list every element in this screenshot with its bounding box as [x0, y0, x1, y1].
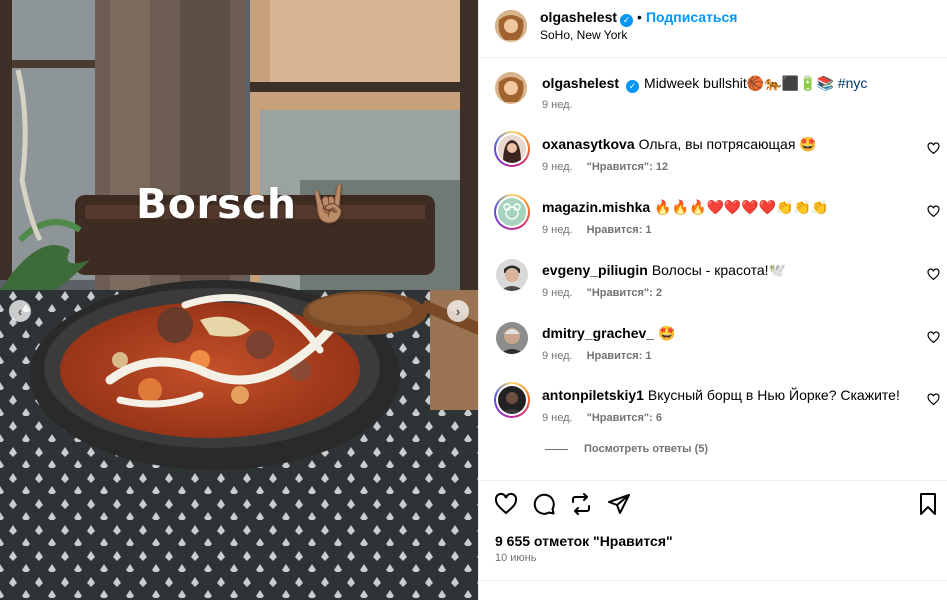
- heart-icon[interactable]: [494, 492, 518, 516]
- commenter-avatar-image: [496, 259, 528, 291]
- heart-icon[interactable]: [927, 142, 940, 155]
- comment-time[interactable]: 9 нед.: [542, 161, 573, 173]
- chevron-right-icon: ›: [455, 303, 461, 319]
- comment-meta: 9 нед. Нравится: 1: [542, 224, 652, 236]
- comment-text-line: evgeny_piliugin Волосы - красота!🕊️: [542, 262, 786, 279]
- post-photo[interactable]: Borsch 🤘🏽 ‹ ›: [0, 0, 478, 600]
- author-username-link[interactable]: olgashelest: [540, 9, 617, 25]
- caption-overlay-text: Borsch: [136, 180, 297, 228]
- author-avatar-image: [495, 10, 527, 42]
- caption-avatar-image: [495, 72, 527, 104]
- location-link[interactable]: SoHo, New York: [540, 28, 627, 42]
- hashtag-link[interactable]: #nyc: [838, 75, 868, 91]
- caption-text-line: olgashelest ✓ Midweek bullshit🏀🐅⬛🔋📚 #nyc: [542, 75, 867, 93]
- heart-icon[interactable]: [927, 205, 940, 218]
- caption-username-link[interactable]: olgashelest: [542, 75, 619, 91]
- comment-likes-count[interactable]: Нравится: 1: [587, 224, 652, 236]
- rock-hand-emoji: 🤘🏽: [306, 184, 352, 225]
- comment-likes-count[interactable]: "Нравится": 6: [587, 412, 662, 424]
- header-separator: •: [637, 9, 642, 25]
- chevron-left-icon: ‹: [17, 303, 23, 319]
- commenter-username-link[interactable]: antonpiletskiy1: [542, 387, 644, 403]
- comment-likes-count[interactable]: "Нравится": 2: [587, 287, 662, 299]
- heart-icon[interactable]: [927, 331, 940, 344]
- view-replies-button[interactable]: Посмотреть ответы (5): [545, 443, 708, 455]
- next-image-button[interactable]: ›: [447, 300, 469, 322]
- commenter-avatar-image: [496, 322, 528, 354]
- comment-meta: 9 нед. "Нравится": 6: [542, 412, 662, 424]
- comment-item: magazin.mishka 🔥🔥🔥❤️❤️❤️❤️👏👏👏 9 нед. Нрави…: [479, 194, 947, 244]
- comment-icon[interactable]: [532, 492, 556, 516]
- comment-item: dmitry_grachev_ 🤩 9 нед. Нравится: 1: [479, 320, 947, 370]
- photo-caption-overlay: Borsch 🤘🏽: [136, 180, 352, 228]
- caption-meta: 9 нед.: [542, 99, 573, 111]
- commenter-avatar-image: [498, 386, 526, 414]
- author-avatar[interactable]: [495, 10, 527, 42]
- commenter-avatar[interactable]: [496, 322, 528, 354]
- likes-count[interactable]: 9 655 отметок "Нравится": [495, 533, 673, 549]
- share-icon[interactable]: [607, 492, 631, 516]
- comment-time[interactable]: 9 нед.: [542, 350, 573, 362]
- commenter-username-link[interactable]: dmitry_grachev_: [542, 325, 654, 341]
- commenter-avatar: [498, 386, 526, 414]
- comment-text-line: dmitry_grachev_ 🤩: [542, 325, 676, 342]
- story-ring[interactable]: [494, 131, 530, 167]
- story-ring[interactable]: [494, 194, 530, 230]
- replies-divider-line: [545, 448, 568, 450]
- borsch-photo-image: [0, 0, 478, 600]
- bookmark-icon[interactable]: [916, 492, 940, 516]
- comment-meta: 9 нед. Нравится: 1: [542, 350, 652, 362]
- comment-meta: 9 нед. "Нравится": 2: [542, 287, 662, 299]
- comment-meta: 9 нед. "Нравится": 12: [542, 161, 668, 173]
- comment-time[interactable]: 9 нед.: [542, 287, 573, 299]
- comment-text: Волосы - красота!🕊️: [651, 262, 786, 278]
- comment-text: 🔥🔥🔥❤️❤️❤️❤️👏👏👏: [654, 199, 829, 215]
- comment-item: oxanasytkova Ольга, вы потрясающая 🤩 9 не…: [479, 131, 947, 181]
- comment-time[interactable]: 9 нед.: [542, 412, 573, 424]
- commenter-avatar[interactable]: [496, 259, 528, 291]
- comment-item: antonpiletskiy1 Вкусный борщ в Нью Йорке?…: [479, 382, 947, 432]
- verified-badge-icon: ✓: [620, 14, 634, 27]
- view-replies-label: Посмотреть ответы (5): [584, 443, 709, 455]
- commenter-avatar: [498, 135, 526, 163]
- commenter-avatar: [498, 198, 526, 226]
- comment-likes-count[interactable]: "Нравится": 12: [587, 161, 668, 173]
- comment-text-line: antonpiletskiy1 Вкусный борщ в Нью Йорке?…: [542, 387, 900, 403]
- post-viewer: Borsch 🤘🏽 ‹ › olgashelest ✓ • Подписаться S: [0, 0, 947, 600]
- caption-author-avatar[interactable]: [495, 72, 527, 104]
- comment-time[interactable]: 9 нед.: [542, 224, 573, 236]
- caption-text: Midweek bullshit🏀🐅⬛🔋📚: [644, 75, 834, 91]
- commenter-username-link[interactable]: evgeny_piliugin: [542, 262, 648, 278]
- comment-text: 🤩: [658, 325, 676, 341]
- caption-time[interactable]: 9 нед.: [542, 99, 573, 111]
- comment-text: Вкусный борщ в Нью Йорке? Скажите!: [647, 387, 900, 403]
- post-actions-bar: 9 655 отметок "Нравится" 10 июнь: [479, 480, 947, 580]
- post-caption: olgashelest ✓ Midweek bullshit🏀🐅⬛🔋📚 #nyc 9…: [479, 70, 947, 118]
- post-side-panel: olgashelest ✓ • Подписаться SoHo, New York …: [478, 0, 947, 600]
- previous-image-button[interactable]: ‹: [9, 300, 31, 322]
- post-date[interactable]: 10 июнь: [495, 552, 537, 564]
- verified-badge-icon: ✓: [626, 80, 640, 93]
- comment-text-line: oxanasytkova Ольга, вы потрясающая 🤩: [542, 136, 817, 153]
- post-header: olgashelest ✓ • Подписаться SoHo, New York: [479, 0, 947, 58]
- commenter-username-link[interactable]: magazin.mishka: [542, 199, 650, 215]
- header-title-line: olgashelest ✓ • Подписаться: [540, 9, 737, 27]
- heart-icon[interactable]: [927, 268, 940, 281]
- story-ring[interactable]: [494, 382, 530, 418]
- comment-text-line: magazin.mishka 🔥🔥🔥❤️❤️❤️❤️👏👏👏: [542, 199, 828, 216]
- comment-item: evgeny_piliugin Волосы - красота!🕊️ 9 нед…: [479, 257, 947, 307]
- commenter-avatar-image: [498, 135, 526, 163]
- commenter-username-link[interactable]: oxanasytkova: [542, 136, 635, 152]
- repost-icon[interactable]: [569, 492, 593, 516]
- follow-button[interactable]: Подписаться: [646, 9, 738, 25]
- commenter-avatar-image: [498, 198, 526, 226]
- divider: [479, 580, 947, 581]
- heart-icon[interactable]: [927, 393, 940, 406]
- comment-text: Ольга, вы потрясающая 🤩: [638, 136, 817, 152]
- comment-likes-count[interactable]: Нравится: 1: [587, 350, 652, 362]
